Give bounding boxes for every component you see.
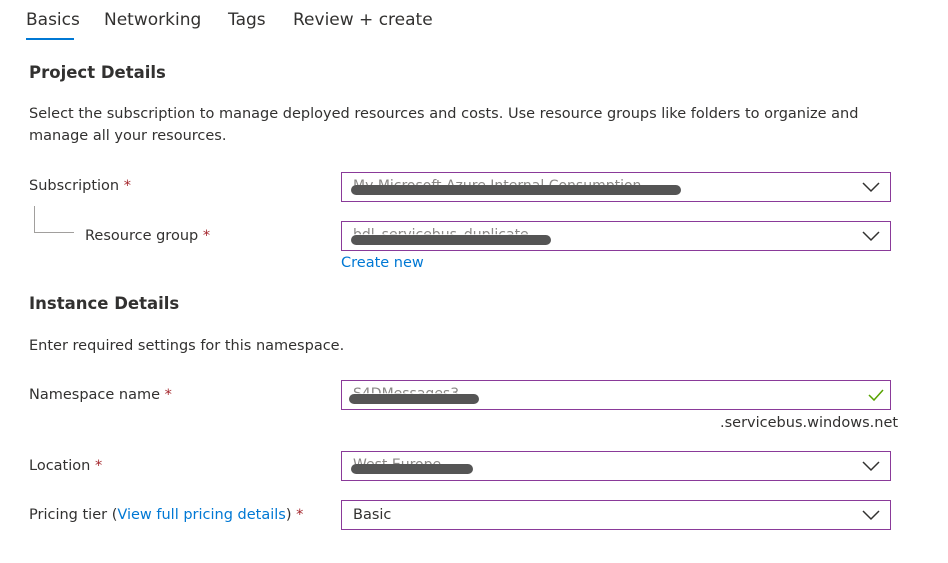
location-label-text: Location xyxy=(29,458,91,474)
project-details-description: Select the subscription to manage deploy… xyxy=(29,106,859,144)
required-marker: * xyxy=(296,507,304,523)
required-marker: * xyxy=(94,458,103,474)
active-tab-indicator xyxy=(26,38,74,40)
chevron-down-icon xyxy=(862,182,880,193)
chevron-down-icon xyxy=(862,510,880,521)
resource-group-dropdown[interactable]: bdl_servicebus_duplicate xyxy=(341,221,891,251)
pricing-tier-dropdown[interactable]: Basic xyxy=(341,500,891,530)
tab-basics[interactable]: Basics xyxy=(26,10,80,30)
subscription-dropdown[interactable]: My Microsoft Azure Internal Consumption xyxy=(341,172,891,202)
resource-group-label: Resource group * xyxy=(85,228,210,244)
redaction-mark xyxy=(351,464,473,474)
pricing-details-link[interactable]: View full pricing details xyxy=(117,507,286,523)
required-marker: * xyxy=(202,228,211,244)
project-details-heading: Project Details xyxy=(29,63,166,82)
pricing-tier-label: Pricing tier (View full pricing details)… xyxy=(29,507,303,523)
required-marker: * xyxy=(123,178,131,194)
chevron-down-icon xyxy=(862,231,880,242)
subscription-label-text: Subscription xyxy=(29,178,120,194)
pricing-tier-value: Basic xyxy=(353,507,392,523)
redaction-mark xyxy=(349,394,479,404)
namespace-name-label: Namespace name * xyxy=(29,387,172,403)
instance-details-heading: Instance Details xyxy=(29,294,180,313)
location-label: Location * xyxy=(29,458,102,474)
pricing-tier-label-text: Pricing tier ( xyxy=(29,507,118,523)
tab-tags[interactable]: Tags xyxy=(228,10,266,30)
create-new-link[interactable]: Create new xyxy=(341,255,424,271)
tree-connector-vertical xyxy=(34,206,35,233)
chevron-down-icon xyxy=(862,461,880,472)
location-dropdown[interactable]: West Europe xyxy=(341,451,891,481)
redaction-mark xyxy=(351,235,551,245)
resource-group-label-text: Resource group xyxy=(85,228,199,244)
tree-connector-horizontal xyxy=(34,232,74,233)
namespace-name-label-text: Namespace name xyxy=(29,387,161,403)
namespace-name-input[interactable]: S4DMessages3 xyxy=(341,380,891,410)
redaction-mark xyxy=(351,185,681,195)
pricing-tier-label-close: ) xyxy=(285,507,292,523)
tab-review-create[interactable]: Review + create xyxy=(293,10,433,30)
create-namespace-form: Basics Networking Tags Review + create P… xyxy=(0,0,948,563)
subscription-label: Subscription * xyxy=(29,178,131,194)
tab-networking[interactable]: Networking xyxy=(104,10,201,30)
required-marker: * xyxy=(164,387,172,403)
instance-details-description: Enter required settings for this namespa… xyxy=(29,338,345,354)
checkmark-icon xyxy=(868,389,884,402)
namespace-suffix: .servicebus.windows.net xyxy=(720,415,899,431)
